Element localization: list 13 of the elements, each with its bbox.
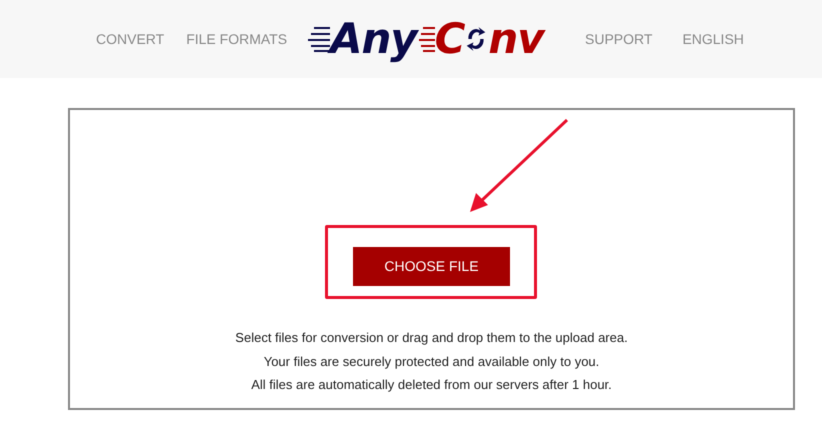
info-text: All files are automatically deleted from our servers after 1 hour.	[251, 376, 612, 394]
speed-lines-icon	[418, 26, 435, 52]
info-text: Your files are securely protected and available only to you.	[264, 352, 600, 371]
logo-text: C	[434, 18, 464, 60]
nav-link[interactable]: FILE FORMATS	[186, 28, 288, 50]
nav-link[interactable]: CONVERT	[96, 28, 164, 50]
logo[interactable]: Any C nv	[308, 9, 550, 69]
nav-link[interactable]: SUPPORT	[585, 28, 652, 50]
choose-file-button[interactable]: CHOOSE FILE	[353, 247, 510, 286]
nav-link[interactable]: ENGLISH	[682, 28, 744, 50]
logo-text: nv	[488, 18, 544, 60]
info-text: Select files for conversion or drag and drop them to the upload area.	[235, 329, 628, 347]
upload-area[interactable]	[68, 108, 795, 410]
